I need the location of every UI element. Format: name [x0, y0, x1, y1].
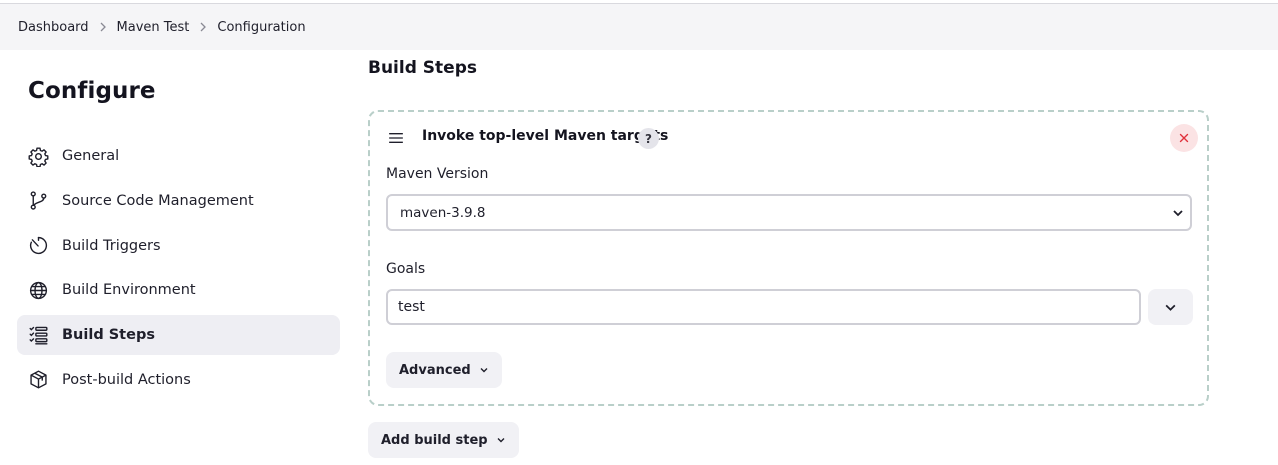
- sidebar-item-build-triggers[interactable]: Build Triggers: [17, 226, 340, 266]
- gear-icon: [27, 145, 49, 167]
- maven-version-label: Maven Version: [386, 166, 489, 182]
- page-title: Configure: [28, 78, 156, 104]
- goals-label: Goals: [386, 261, 426, 277]
- sidebar-item-label: Build Steps: [62, 327, 155, 344]
- help-icon[interactable]: ?: [638, 128, 659, 149]
- chevron-right-icon: [191, 22, 215, 32]
- add-build-step-label: Add build step: [381, 432, 488, 448]
- breadcrumb-dashboard[interactable]: Dashboard: [18, 20, 89, 35]
- build-step-title: Invoke top-level Maven targets: [422, 128, 669, 144]
- maven-version-select[interactable]: maven-3.9.8: [386, 194, 1192, 231]
- add-build-step-button[interactable]: Add build step: [368, 422, 519, 458]
- sidebar-item-label: Source Code Management: [62, 192, 254, 209]
- sidebar-item-label: Build Triggers: [62, 237, 161, 254]
- sidebar-item-label: Build Environment: [62, 282, 196, 299]
- drag-handle-icon[interactable]: [387, 130, 405, 146]
- chevron-down-icon: [1173, 210, 1183, 217]
- sidebar: General Source Code Management Build Tri…: [17, 136, 340, 405]
- sidebar-item-build-environment[interactable]: Build Environment: [17, 270, 340, 310]
- maven-version-value: maven-3.9.8: [400, 204, 486, 221]
- globe-icon: [27, 279, 49, 301]
- goals-input[interactable]: [386, 289, 1141, 325]
- breadcrumb: Dashboard Maven Test Configuration: [0, 4, 1278, 50]
- chevron-down-icon: [497, 438, 505, 443]
- sidebar-item-build-steps[interactable]: Build Steps: [17, 315, 340, 356]
- advanced-button[interactable]: Advanced: [386, 352, 502, 388]
- build-step-card: Invoke top-level Maven targets ? Maven V…: [368, 110, 1209, 406]
- advanced-label: Advanced: [399, 362, 471, 378]
- sidebar-item-post-build-actions[interactable]: Post-build Actions: [17, 360, 340, 400]
- chevron-down-icon: [1165, 304, 1176, 311]
- chevron-right-icon: [91, 22, 115, 32]
- chevron-down-icon: [480, 368, 488, 373]
- branch-icon: [27, 190, 49, 212]
- sidebar-item-general[interactable]: General: [17, 136, 340, 176]
- breadcrumb-maven-test[interactable]: Maven Test: [117, 20, 190, 35]
- sidebar-item-label: Post-build Actions: [62, 371, 191, 388]
- breadcrumb-configuration[interactable]: Configuration: [217, 20, 305, 35]
- section-title: Build Steps: [368, 58, 477, 78]
- sidebar-item-label: General: [62, 148, 120, 164]
- package-icon: [27, 369, 49, 391]
- sidebar-item-source-code-management[interactable]: Source Code Management: [17, 181, 340, 221]
- list-icon: [27, 324, 49, 346]
- close-icon[interactable]: [1170, 124, 1198, 152]
- timer-icon: [27, 235, 49, 257]
- expand-textarea-button[interactable]: [1148, 289, 1193, 325]
